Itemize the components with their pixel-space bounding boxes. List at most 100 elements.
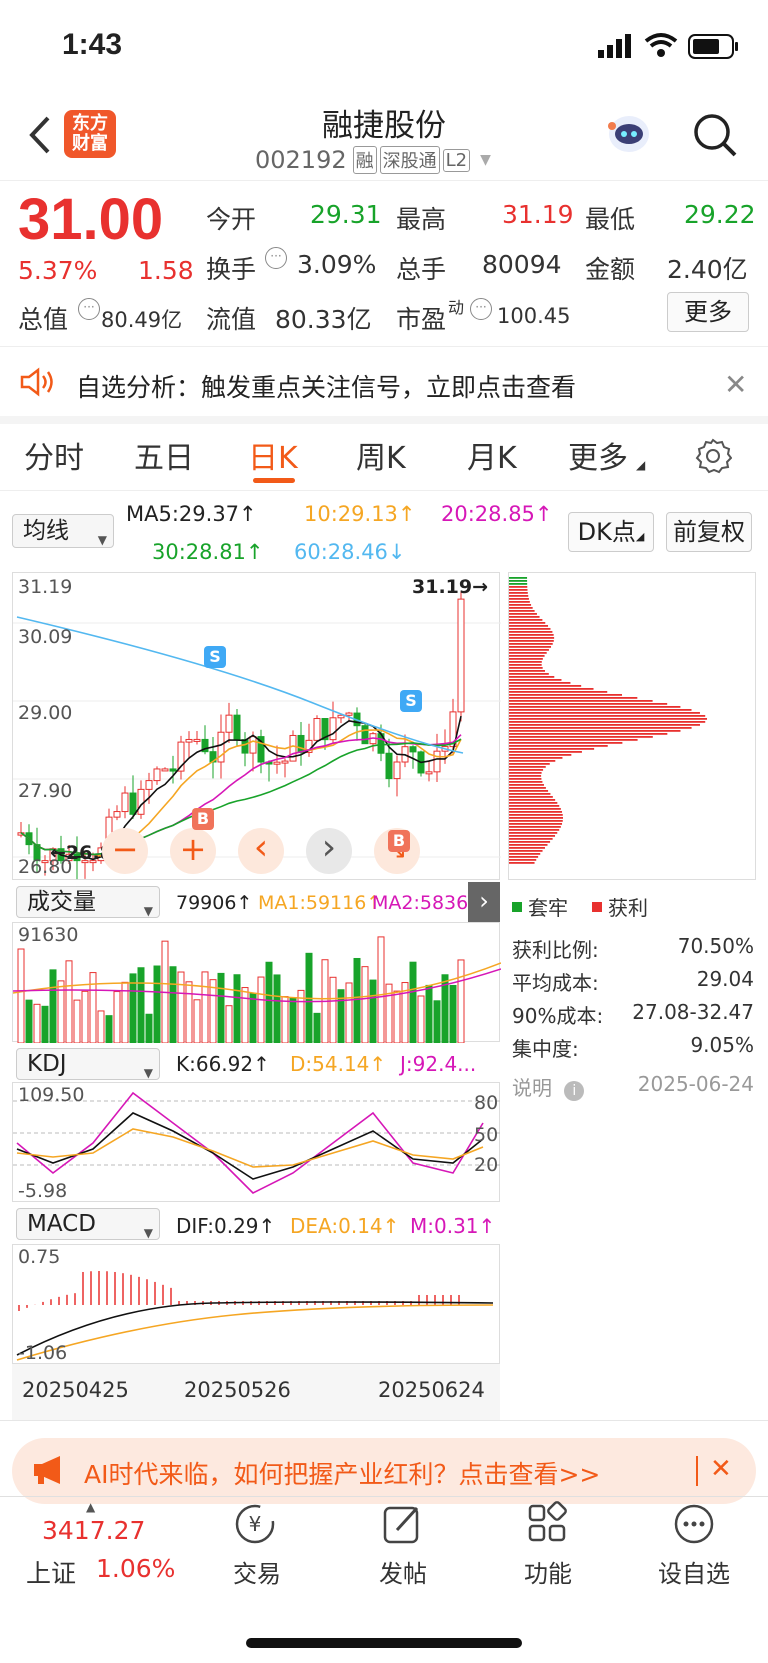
more-dots-icon bbox=[674, 1504, 714, 1544]
candle-body bbox=[249, 736, 257, 754]
chip-bar bbox=[509, 742, 623, 744]
candle-body bbox=[129, 792, 137, 815]
volume-bar bbox=[129, 973, 137, 1044]
scroll-right-button[interactable]: › bbox=[306, 828, 352, 874]
tab-daily-k[interactable]: 日K bbox=[248, 433, 298, 477]
chip-stat-value: 70.50% bbox=[677, 934, 754, 958]
close-icon[interactable]: ✕ bbox=[710, 1454, 732, 1484]
explain-link[interactable]: 说明 i bbox=[512, 1072, 585, 1101]
chip-legend: 套牢 获利 bbox=[512, 892, 648, 921]
volume-selector-label: 成交量 bbox=[27, 889, 96, 915]
volume-bar bbox=[185, 981, 193, 1044]
volume-bar bbox=[65, 960, 73, 1044]
search-icon[interactable] bbox=[692, 112, 738, 162]
nav-functions[interactable]: 功能 bbox=[488, 1500, 608, 1589]
volume-value: 80094 bbox=[482, 250, 562, 279]
zoom-in-button[interactable]: + bbox=[170, 828, 216, 874]
nav-trade[interactable]: ¥ 交易 bbox=[197, 1500, 317, 1589]
nav-add-watchlist-label: 设自选 bbox=[658, 1560, 730, 1588]
buy-signal-badge[interactable]: B bbox=[388, 830, 410, 852]
nav-add-watchlist[interactable]: 设自选 bbox=[634, 1500, 754, 1589]
nav-post-label: 发帖 bbox=[379, 1560, 427, 1588]
chip-bar bbox=[509, 769, 544, 771]
info-icon[interactable]: ··· bbox=[470, 298, 492, 320]
index-name[interactable]: 上证 bbox=[26, 1554, 76, 1590]
chip-bar bbox=[509, 763, 550, 765]
volume-bar bbox=[137, 967, 145, 1044]
chip-bar bbox=[509, 652, 547, 654]
kdj-selector[interactable]: KDJ ▼ bbox=[16, 1048, 160, 1080]
volume-bar bbox=[169, 966, 177, 1044]
volume-selector[interactable]: 成交量 ▼ bbox=[16, 886, 160, 918]
collapse-panel-button[interactable]: › bbox=[468, 882, 500, 922]
status-time: 1:43 bbox=[62, 28, 123, 61]
legend-profit-swatch bbox=[592, 901, 602, 912]
gear-icon[interactable] bbox=[694, 437, 733, 479]
robot-assistant-icon[interactable] bbox=[604, 112, 654, 160]
tab-more[interactable]: 更多 bbox=[568, 433, 628, 477]
volume-bar bbox=[329, 976, 337, 1044]
kdj-j: J:92.4... bbox=[400, 1052, 477, 1076]
mktcap-label: 总值 bbox=[18, 305, 69, 334]
volume-bar bbox=[33, 1003, 41, 1044]
svg-text:¥: ¥ bbox=[249, 1512, 262, 1536]
chip-distribution[interactable] bbox=[508, 572, 756, 880]
chip-bar bbox=[509, 826, 561, 828]
info-icon[interactable]: ··· bbox=[265, 247, 287, 269]
chip-bar bbox=[509, 661, 542, 663]
sell-signal-badge[interactable]: S bbox=[400, 690, 422, 712]
float-label: 流值 bbox=[206, 305, 257, 334]
nav-post[interactable]: 发帖 bbox=[343, 1500, 463, 1589]
volume-bar bbox=[273, 974, 281, 1044]
index-pct[interactable]: 1.06% bbox=[96, 1554, 175, 1583]
macd-plot bbox=[16, 1271, 494, 1361]
chip-bar bbox=[509, 580, 528, 582]
explain-label: 说明 bbox=[512, 1076, 552, 1100]
buy-signal-badge[interactable]: B bbox=[192, 808, 214, 830]
ma10-value: 10:29.13↑ bbox=[304, 502, 416, 526]
volume-bar bbox=[41, 1005, 49, 1044]
close-icon[interactable]: ✕ bbox=[724, 368, 747, 401]
tab-intraday[interactable]: 分时 bbox=[24, 433, 84, 477]
macd-selector[interactable]: MACD ▼ bbox=[16, 1208, 160, 1240]
chip-plot bbox=[509, 577, 708, 864]
chip-date: 2025-06-24 bbox=[637, 1072, 754, 1096]
chip-bar bbox=[509, 799, 556, 801]
candle-body bbox=[113, 811, 121, 818]
volume-bar bbox=[49, 969, 57, 1044]
zoom-out-button[interactable]: − bbox=[102, 828, 148, 874]
chip-bar bbox=[509, 685, 582, 687]
volume-bar bbox=[81, 990, 89, 1044]
ad-text[interactable]: AI时代来临，如何把握产业红利？点击查看>> bbox=[84, 1455, 600, 1491]
index-value[interactable]: 3417.27 bbox=[42, 1516, 145, 1545]
ma-selector[interactable]: 均线 ▼ bbox=[12, 514, 114, 548]
tab-monthly-k[interactable]: 月K bbox=[467, 433, 517, 477]
volume-bar bbox=[281, 996, 289, 1044]
volume-chart[interactable] bbox=[12, 922, 502, 1044]
info-icon[interactable]: ··· bbox=[78, 298, 100, 320]
macd-chart[interactable] bbox=[12, 1244, 500, 1364]
tab-weekly-k[interactable]: 周K bbox=[356, 433, 406, 477]
adjust-button[interactable]: 前复权 bbox=[666, 512, 752, 552]
candle-body bbox=[273, 761, 281, 765]
volume-bar bbox=[353, 957, 361, 1044]
kdj-top-label: 109.50 bbox=[18, 1084, 85, 1106]
more-button[interactable]: 更多 bbox=[667, 292, 749, 332]
volume-value: 79906↑ bbox=[176, 892, 253, 914]
notice-text[interactable]: 自选分析：触发重点关注信号，立即点击查看 bbox=[76, 368, 576, 404]
kdj-k-line bbox=[16, 1112, 484, 1180]
candle-body bbox=[241, 739, 249, 754]
volume-bar bbox=[201, 971, 209, 1044]
kdj-chart[interactable] bbox=[12, 1082, 501, 1202]
sell-signal-badge[interactable]: S bbox=[204, 646, 226, 668]
tab-five-day[interactable]: 五日 bbox=[134, 433, 194, 477]
chip-bar bbox=[509, 628, 551, 630]
scroll-left-button[interactable]: ‹ bbox=[238, 828, 284, 874]
dropdown-caret-icon[interactable]: ▼ bbox=[480, 152, 491, 168]
date-mid: 20250526 bbox=[184, 1378, 291, 1402]
ma30-value: 30:28.81↑ bbox=[152, 540, 264, 564]
chip-bar bbox=[509, 775, 542, 777]
date-end: 20250624 bbox=[378, 1378, 485, 1402]
dk-point-button[interactable]: DK点◢ bbox=[568, 512, 654, 552]
chip-bar bbox=[509, 823, 563, 825]
